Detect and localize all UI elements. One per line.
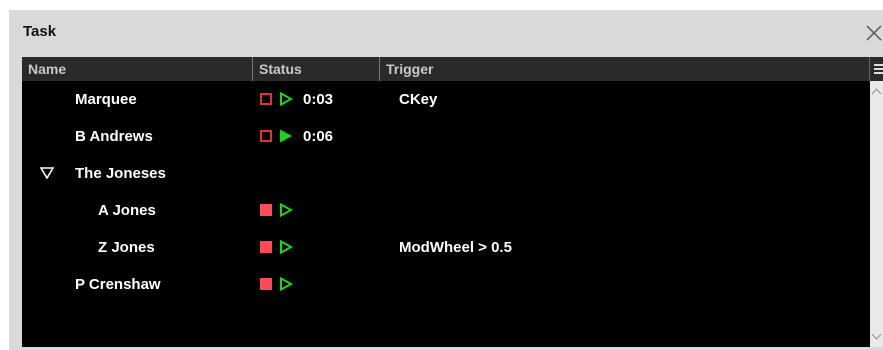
- elapsed-time: 0:03: [303, 91, 334, 108]
- task-row-p-crenshaw[interactable]: P Crenshaw: [22, 266, 870, 303]
- close-icon[interactable]: [863, 22, 883, 44]
- elapsed-time: 0:06: [303, 128, 334, 145]
- play-icon[interactable]: [279, 203, 293, 217]
- task-row-marquee[interactable]: Marquee 0:03 CKey: [22, 81, 870, 118]
- table-header: Name Status Trigger: [22, 57, 883, 81]
- play-icon[interactable]: [279, 240, 293, 254]
- vertical-scrollbar[interactable]: [870, 81, 883, 347]
- column-header-name[interactable]: Name: [22, 57, 252, 81]
- task-name: B Andrews: [75, 128, 153, 145]
- task-row-z-jones[interactable]: Z Jones ModWheel > 0.5: [22, 229, 870, 266]
- task-table: Name Status Trigger Marquee 0:03 CKey B …: [22, 57, 883, 347]
- column-header-status[interactable]: Status: [252, 57, 379, 81]
- stop-icon[interactable]: [260, 204, 272, 216]
- stop-icon[interactable]: [260, 130, 272, 142]
- scroll-down-icon[interactable]: [871, 333, 882, 341]
- trigger-value[interactable]: ModWheel > 0.5: [399, 229, 512, 266]
- task-name: Marquee: [75, 91, 137, 108]
- task-name: Z Jones: [98, 239, 155, 256]
- triangle-down-icon[interactable]: [40, 167, 54, 179]
- play-icon[interactable]: [279, 92, 293, 106]
- task-group-the-joneses[interactable]: The Joneses: [22, 155, 870, 192]
- task-row-a-jones[interactable]: A Jones: [22, 192, 870, 229]
- title-bar: Task: [9, 10, 883, 54]
- task-row-b-andrews[interactable]: B Andrews 0:06: [22, 118, 870, 155]
- panel-title: Task: [23, 23, 57, 40]
- column-menu-icon[interactable]: [869, 57, 883, 81]
- column-header-trigger[interactable]: Trigger: [379, 57, 870, 81]
- trigger-value[interactable]: CKey: [399, 81, 437, 118]
- task-name: A Jones: [98, 202, 156, 219]
- scroll-up-icon[interactable]: [871, 87, 882, 95]
- stop-icon[interactable]: [260, 241, 272, 253]
- task-name: P Crenshaw: [75, 276, 161, 293]
- stop-icon[interactable]: [260, 93, 272, 105]
- play-icon[interactable]: [279, 129, 293, 143]
- group-name: The Joneses: [75, 165, 166, 182]
- stop-icon[interactable]: [260, 278, 272, 290]
- play-icon[interactable]: [279, 277, 293, 291]
- task-panel: Task Name Status Trigger Marquee 0:03 CK…: [9, 10, 883, 350]
